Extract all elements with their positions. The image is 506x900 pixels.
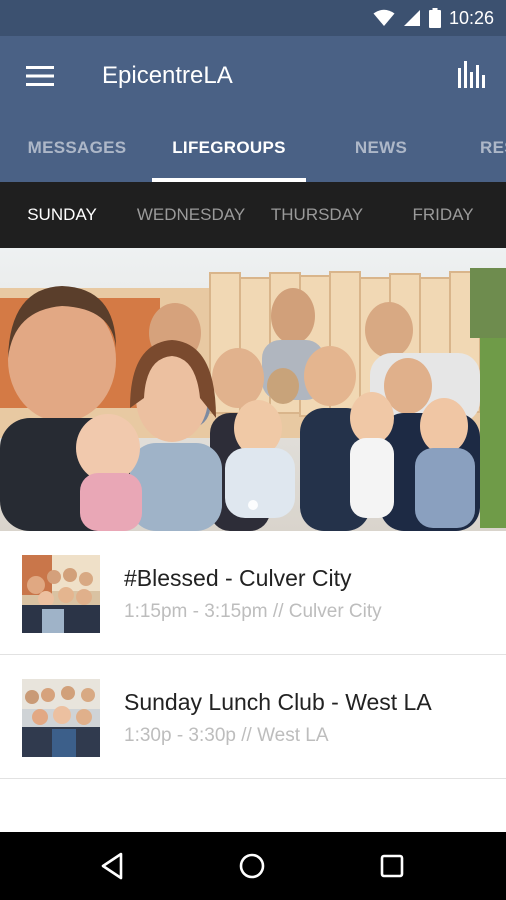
battery-icon [428,8,441,28]
group-schedule: 1:15pm - 3:15pm // Culver City [124,601,382,622]
day-tab-wednesday[interactable]: WEDNESDAY [130,182,252,248]
group-thumbnail [22,679,100,757]
tab-lifegroups[interactable]: LIFEGROUPS [152,126,306,182]
menu-button[interactable] [20,60,60,92]
status-icons: 10:26 [373,6,494,30]
recents-button[interactable] [376,850,412,882]
carousel-pager [0,497,506,515]
back-icon [101,852,123,880]
stats-button[interactable] [454,56,490,92]
day-tab-thursday[interactable]: THURSDAY [256,182,378,248]
group-photo-carousel[interactable] [0,248,506,531]
home-button[interactable] [236,850,272,882]
group-photo [0,248,506,531]
tab-messages[interactable]: MESSAGES [10,126,144,182]
tab-resources[interactable]: RES [480,126,506,182]
status-bar: 10:26 [0,0,506,36]
app-bar: EpicentreLA MESSAGES LIFEGROUPS NEWS RES [0,36,506,182]
wifi-icon [373,9,395,26]
app-title: EpicentreLA [102,62,233,89]
group-thumbnail [22,555,100,633]
day-tabs: SUNDAY WEDNESDAY THURSDAY FRIDAY [0,182,506,248]
group-schedule: 1:30p - 3:30p // West LA [124,725,329,746]
group-thumbnail-image [22,679,100,757]
day-tab-friday[interactable]: FRIDAY [382,182,504,248]
menu-icon [26,66,54,86]
bar-chart-icon [458,61,485,88]
home-icon [239,853,265,879]
day-tab-sunday[interactable]: SUNDAY [0,182,124,248]
group-title: Sunday Lunch Club - West LA [124,689,432,715]
back-button[interactable] [96,850,132,882]
recents-icon [380,854,404,878]
system-nav-bar [0,832,506,900]
pager-dot[interactable] [248,500,258,510]
status-time: 10:26 [448,7,494,28]
list-item[interactable]: #Blessed - Culver City 1:15pm - 3:15pm /… [0,531,506,655]
group-thumbnail-image [22,555,100,633]
tab-news[interactable]: NEWS [338,126,424,182]
list-item[interactable]: Sunday Lunch Club - West LA 1:30p - 3:30… [0,655,506,779]
group-title: #Blessed - Culver City [124,565,352,591]
lifegroup-list: #Blessed - Culver City 1:15pm - 3:15pm /… [0,531,506,779]
main-tabs: MESSAGES LIFEGROUPS NEWS RES [0,126,506,182]
signal-icon [403,10,420,26]
